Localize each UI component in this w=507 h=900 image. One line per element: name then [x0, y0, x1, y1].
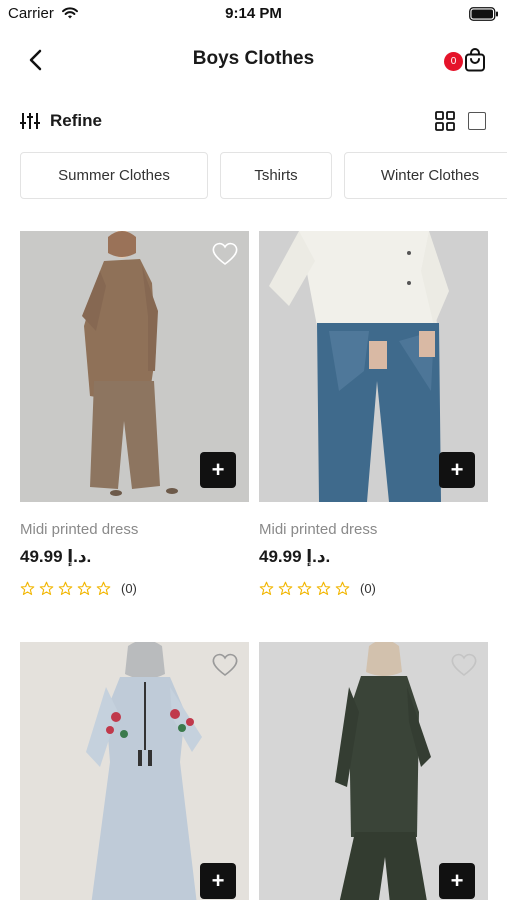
product-photo-embroidered-dress [20, 642, 249, 900]
chip-winter-clothes[interactable]: Winter Clothes [344, 152, 507, 199]
refine-bar: Refine [0, 104, 507, 138]
star-outline-icon [335, 581, 350, 595]
grid-view-button[interactable] [435, 111, 455, 131]
add-to-cart-button[interactable]: + [439, 863, 475, 899]
chip-summer-clothes[interactable]: Summer Clothes [20, 152, 208, 199]
star-outline-icon [297, 581, 312, 595]
cart-button[interactable] [461, 46, 489, 74]
product-card: + Midi printed dress 49.99 د.إ. (0) [20, 231, 249, 611]
refine-button[interactable]: Refine [20, 108, 102, 134]
add-to-cart-button[interactable]: + [200, 863, 236, 899]
product-price: 49.99 د.إ. [20, 547, 92, 566]
product-image[interactable]: + [20, 642, 249, 900]
product-name: Midi printed dress [20, 521, 139, 538]
product-card: + Midi printed dress 49.99 د.إ. (0) [259, 231, 488, 611]
add-to-cart-button[interactable]: + [200, 452, 236, 488]
page-title: Boys Clothes [192, 48, 315, 69]
product-price: 49.99 د.إ. [259, 547, 331, 566]
add-to-cart-button[interactable]: + [439, 452, 475, 488]
star-outline-icon [316, 581, 331, 595]
product-image[interactable]: + [20, 231, 249, 502]
product-image[interactable]: + [259, 231, 488, 502]
heart-outline-icon[interactable] [450, 652, 478, 678]
category-chips: Summer Clothes Tshirts Winter Clothes [20, 152, 507, 199]
product-name: Midi printed dress [259, 521, 378, 538]
rating-count: (0) [360, 580, 376, 596]
product-photo-green-tunic [259, 642, 488, 900]
chip-tshirts[interactable]: Tshirts [220, 152, 332, 199]
star-outline-icon [58, 581, 73, 595]
product-card: + [259, 642, 488, 900]
star-outline-icon [259, 581, 274, 595]
refine-label: Refine [50, 111, 102, 130]
star-outline-icon [77, 581, 92, 595]
status-bar: Carrier 9:14 PM [0, 0, 507, 28]
sliders-icon [20, 113, 40, 129]
shopping-bag-icon [465, 48, 485, 72]
header: Boys Clothes 0 [0, 36, 507, 84]
product-rating: (0) [259, 578, 376, 598]
product-card: + [20, 642, 249, 900]
heart-outline-icon[interactable] [211, 241, 239, 267]
square-icon[interactable] [468, 112, 486, 130]
battery-icon [469, 7, 499, 26]
grid-icon [435, 111, 455, 131]
product-rating: (0) [20, 578, 137, 598]
rating-count: (0) [121, 580, 137, 596]
star-outline-icon [20, 581, 35, 595]
star-outline-icon [39, 581, 54, 595]
heart-outline-icon[interactable] [211, 652, 239, 678]
status-time: 9:14 PM [225, 5, 282, 22]
star-outline-icon [278, 581, 293, 595]
star-outline-icon [96, 581, 111, 595]
product-image[interactable]: + [259, 642, 488, 900]
